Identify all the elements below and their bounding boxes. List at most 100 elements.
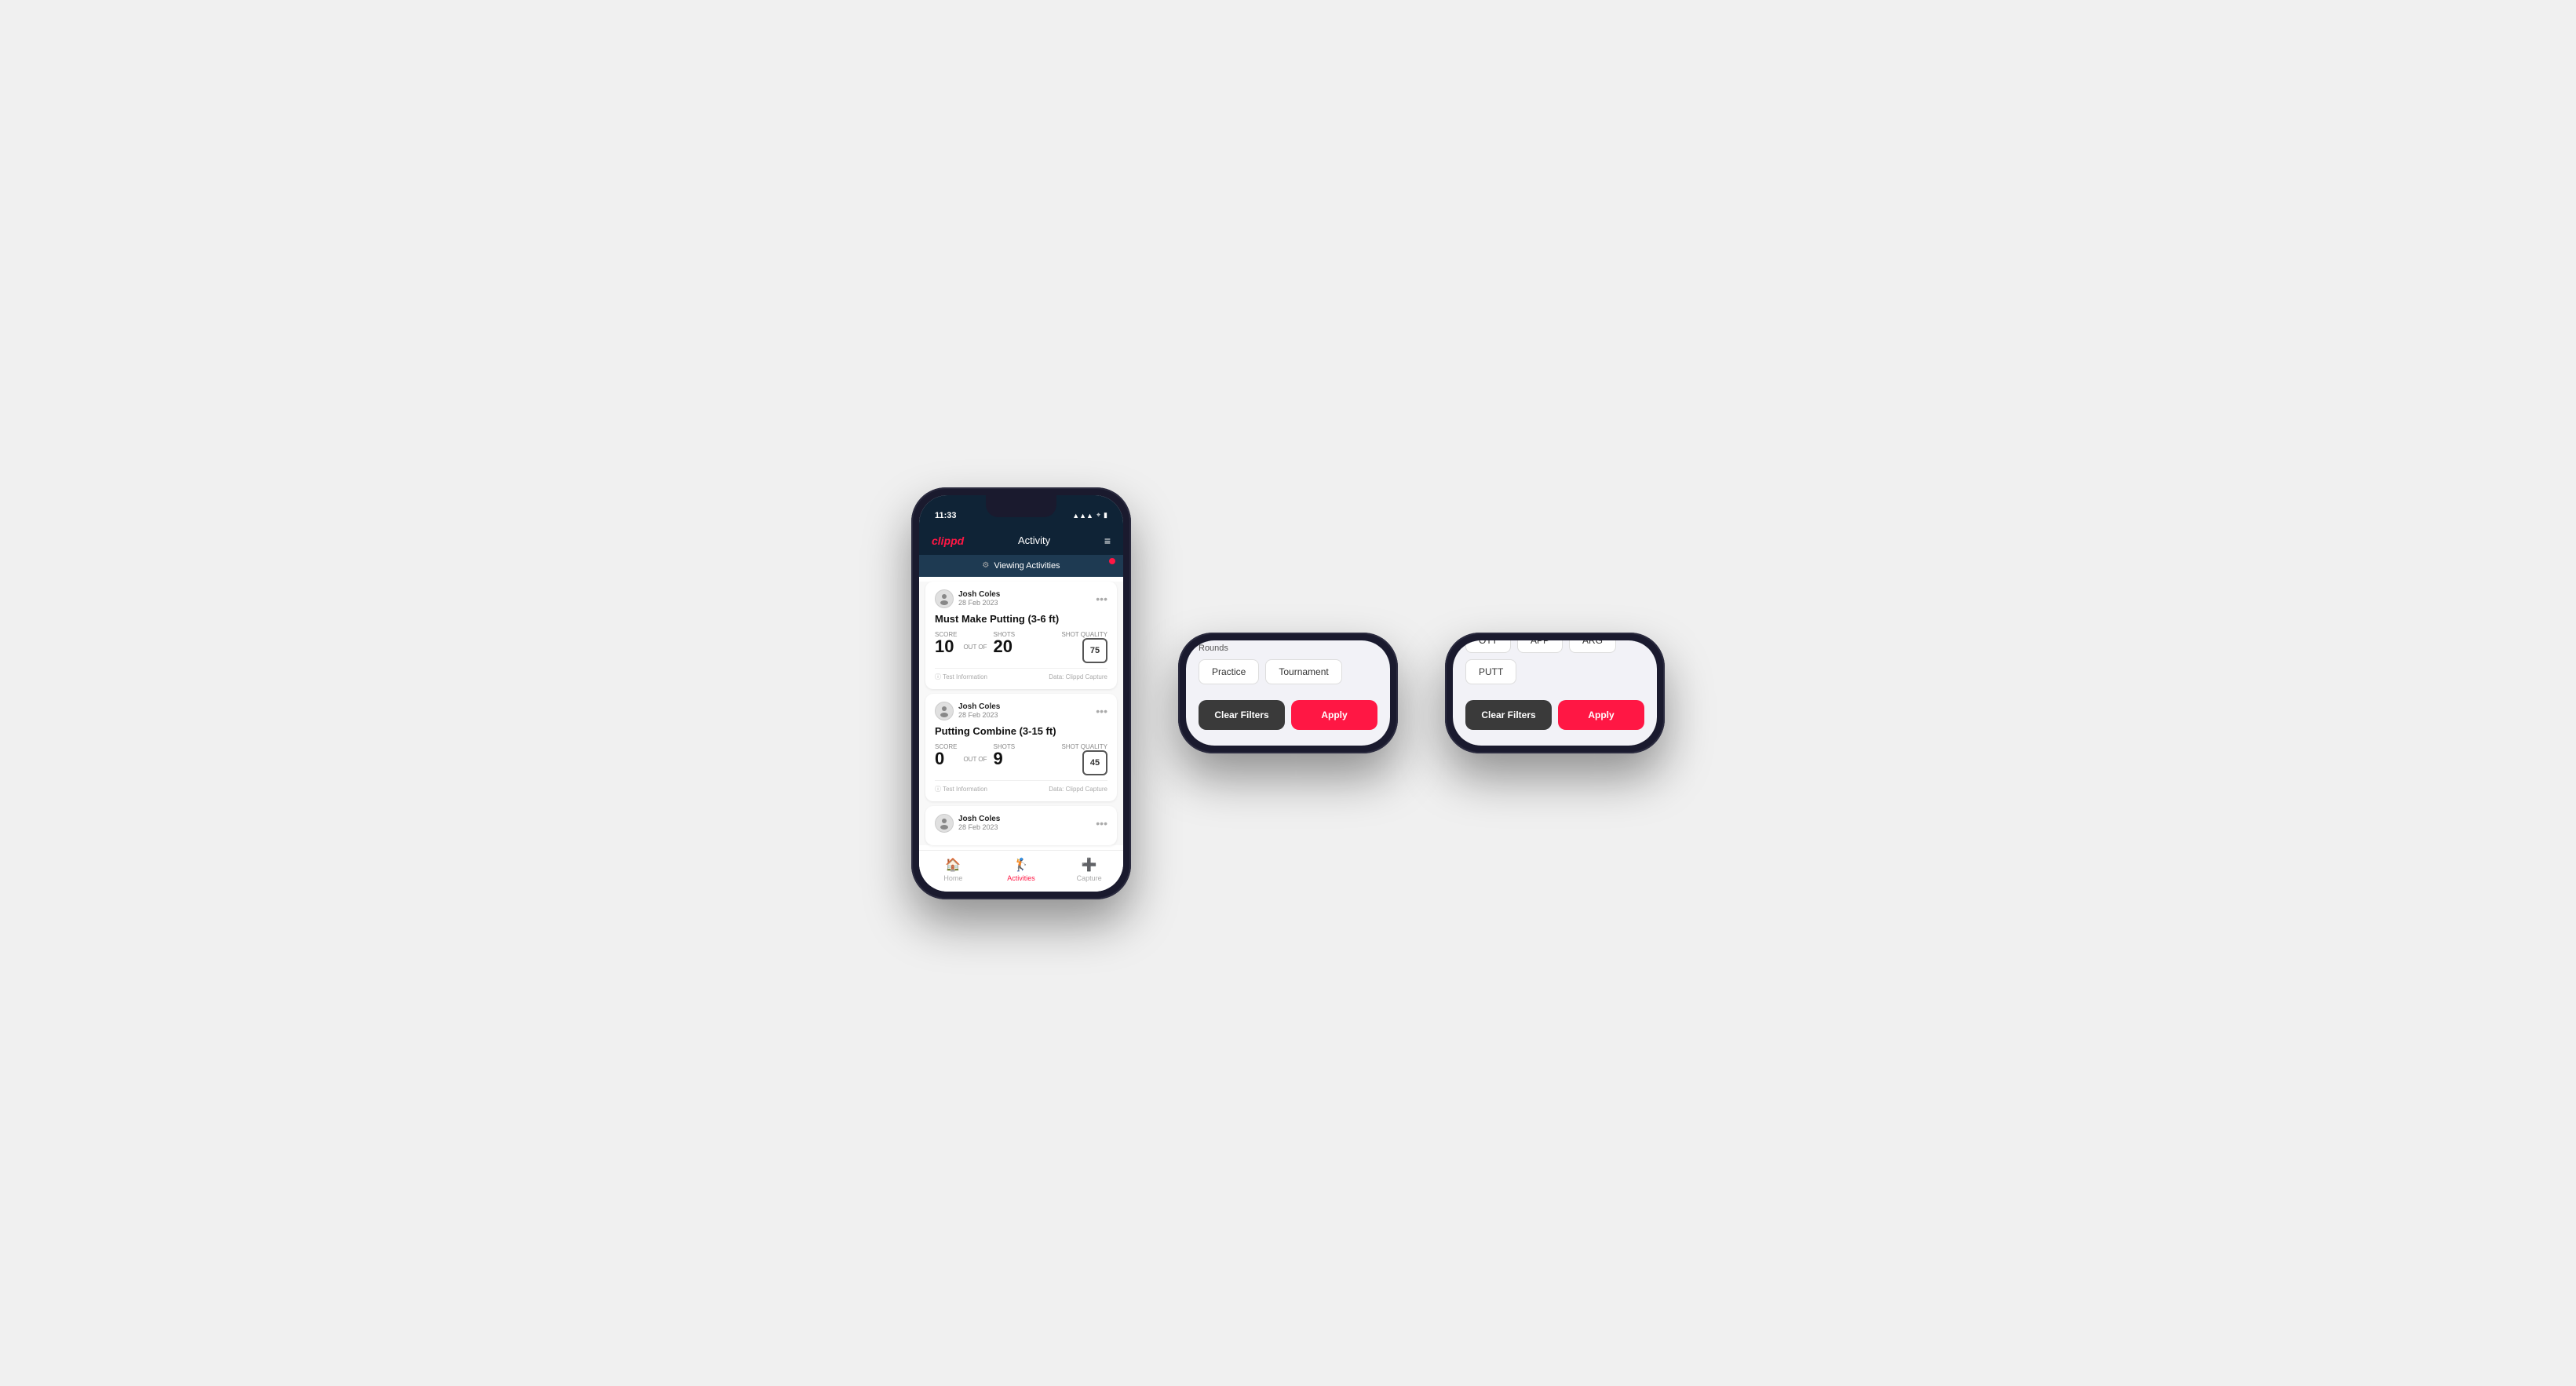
shots-group-2: Shots 9 <box>994 743 1016 768</box>
filter-overlay-3: Filter ✕ Show Rounds Practice Drills Pra… <box>1453 640 1657 746</box>
tab-activities-label: Activities <box>1007 874 1035 882</box>
filter-modal-2: Filter ✕ Show Rounds Practice Drills Rou… <box>1186 640 1390 746</box>
info-text-2: ⓘ Test Information <box>935 785 987 793</box>
card-1-user: Josh Coles 28 Feb 2023 <box>935 589 1000 608</box>
sq-badge-2: 45 <box>1082 750 1107 775</box>
info-icon-2: ⓘ <box>935 786 941 793</box>
filter-icon: ⚙ <box>982 561 989 570</box>
app-btn-3[interactable]: APP <box>1517 640 1563 653</box>
info-icon-1: ⓘ <box>935 673 941 680</box>
user-date-2: 28 Feb 2023 <box>958 711 1000 719</box>
putt-btn-3[interactable]: PUTT <box>1465 659 1516 684</box>
rounds-buttons-2: Practice Tournament <box>1199 659 1377 684</box>
card-2-footer: ⓘ Test Information Data: Clippd Capture <box>935 780 1107 793</box>
filter-modal-3: Filter ✕ Show Rounds Practice Drills Pra… <box>1453 640 1657 746</box>
wifi-icon: ⌖ <box>1096 511 1100 520</box>
phone-2: 11:33 ▲▲▲ ⌖ ▮ clippd Activity ≡ ⚙ Viewin… <box>1178 633 1398 753</box>
phone-3-screen: 11:33 ▲▲▲ ⌖ ▮ clippd Activity ≡ ⚙ Viewin… <box>1453 640 1657 746</box>
phone-3: 11:33 ▲▲▲ ⌖ ▮ clippd Activity ≡ ⚙ Viewin… <box>1445 633 1665 753</box>
card-1-footer: ⓘ Test Information Data: Clippd Capture <box>935 668 1107 681</box>
user-name-1: Josh Coles <box>958 590 1000 599</box>
activity-card-3: Josh Coles 28 Feb 2023 ••• <box>925 806 1117 845</box>
nav-title: Activity <box>1018 534 1050 546</box>
shots-value-2: 9 <box>994 750 1016 768</box>
out-of-1: OUT OF <box>963 644 987 651</box>
shots-value-1: 20 <box>994 638 1016 655</box>
tab-capture-label: Capture <box>1077 874 1102 882</box>
phone-1-screen: 11:33 ▲▲▲ ⌖ ▮ clippd Activity ≡ ⚙ Viewin… <box>919 495 1123 892</box>
score-value-1: 10 <box>935 638 957 655</box>
status-icons: ▲▲▲ ⌖ ▮ <box>1072 511 1107 520</box>
rounds-section-label-2: Rounds <box>1199 644 1377 653</box>
info-text-1: ⓘ Test Information <box>935 673 987 681</box>
sq-label-2: Shot Quality <box>1061 743 1107 750</box>
card-3-user: Josh Coles 28 Feb 2023 <box>935 814 1000 833</box>
card-1-stats: Score 10 OUT OF Shots 20 Shot Quality 75 <box>935 631 1107 663</box>
sq-badge-1: 75 <box>1082 638 1107 663</box>
score-value-2: 0 <box>935 750 957 768</box>
practice-round-btn-2[interactable]: Practice <box>1199 659 1259 684</box>
clear-filters-btn-2[interactable]: Clear Filters <box>1199 700 1285 730</box>
tab-home[interactable]: 🏠 Home <box>919 857 987 882</box>
tab-capture[interactable]: ➕ Capture <box>1055 857 1123 882</box>
score-group-1: Score 10 <box>935 631 957 655</box>
dots-menu-3[interactable]: ••• <box>1096 817 1107 830</box>
logo: clippd <box>932 534 964 547</box>
phone-1: 11:33 ▲▲▲ ⌖ ▮ clippd Activity ≡ ⚙ Viewin… <box>911 487 1131 899</box>
user-info-1: Josh Coles 28 Feb 2023 <box>958 590 1000 607</box>
score-group-2: Score 0 <box>935 743 957 768</box>
data-source-2: Data: Clippd Capture <box>1049 786 1107 793</box>
avatar-1 <box>935 589 954 608</box>
apply-btn-2[interactable]: Apply <box>1291 700 1377 730</box>
viewing-bar[interactable]: ⚙ Viewing Activities <box>919 555 1123 577</box>
card-2-header: Josh Coles 28 Feb 2023 ••• <box>935 702 1107 720</box>
dots-menu-1[interactable]: ••• <box>1096 593 1107 605</box>
activity-card-1: Josh Coles 28 Feb 2023 ••• Must Make Put… <box>925 582 1117 689</box>
notification-dot <box>1109 558 1115 564</box>
card-3-header: Josh Coles 28 Feb 2023 ••• <box>935 814 1107 833</box>
user-info-2: Josh Coles 28 Feb 2023 <box>958 702 1000 719</box>
tab-bar: 🏠 Home 🏌 Activities ➕ Capture <box>919 850 1123 892</box>
filter-overlay-2: Filter ✕ Show Rounds Practice Drills Rou… <box>1186 640 1390 746</box>
status-time: 11:33 <box>935 511 957 520</box>
out-of-2: OUT OF <box>963 756 987 763</box>
data-source-1: Data: Clippd Capture <box>1049 673 1107 680</box>
card-2-user: Josh Coles 28 Feb 2023 <box>935 702 1000 720</box>
clear-filters-btn-3[interactable]: Clear Filters <box>1465 700 1552 730</box>
ott-btn-3[interactable]: OTT <box>1465 640 1511 653</box>
apply-btn-3[interactable]: Apply <box>1558 700 1644 730</box>
user-date-3: 28 Feb 2023 <box>958 823 1000 831</box>
dots-menu-2[interactable]: ••• <box>1096 705 1107 717</box>
home-icon: 🏠 <box>945 857 961 873</box>
tab-home-label: Home <box>943 874 962 882</box>
viewing-bar-text: Viewing Activities <box>994 561 1060 571</box>
card-1-header: Josh Coles 28 Feb 2023 ••• <box>935 589 1107 608</box>
avatar-2 <box>935 702 954 720</box>
signal-icon: ▲▲▲ <box>1072 512 1093 520</box>
sq-group-1: Shot Quality 75 <box>1061 631 1107 663</box>
sq-label-1: Shot Quality <box>1061 631 1107 638</box>
battery-icon: ▮ <box>1104 511 1107 520</box>
card-2-title: Putting Combine (3-15 ft) <box>935 725 1107 737</box>
tournament-btn-2[interactable]: Tournament <box>1265 659 1341 684</box>
user-name-2: Josh Coles <box>958 702 1000 711</box>
activity-feed: Josh Coles 28 Feb 2023 ••• Must Make Put… <box>919 582 1123 845</box>
shots-group-1: Shots 20 <box>994 631 1016 655</box>
user-date-1: 28 Feb 2023 <box>958 599 1000 607</box>
sq-group-2: Shot Quality 45 <box>1061 743 1107 775</box>
arg-btn-3[interactable]: ARG <box>1569 640 1616 653</box>
filter-actions-3: Clear Filters Apply <box>1465 700 1644 730</box>
user-info-3: Josh Coles 28 Feb 2023 <box>958 815 1000 831</box>
card-2-stats: Score 0 OUT OF Shots 9 Shot Quality 45 <box>935 743 1107 775</box>
capture-icon: ➕ <box>1082 857 1097 873</box>
phone-2-screen: 11:33 ▲▲▲ ⌖ ▮ clippd Activity ≡ ⚙ Viewin… <box>1186 640 1390 746</box>
notch <box>986 495 1056 517</box>
tab-activities[interactable]: 🏌 Activities <box>987 857 1056 882</box>
menu-icon[interactable]: ≡ <box>1104 534 1111 547</box>
filter-actions-2: Clear Filters Apply <box>1199 700 1377 730</box>
avatar-3 <box>935 814 954 833</box>
user-name-3: Josh Coles <box>958 815 1000 823</box>
activities-icon: 🏌 <box>1013 857 1029 873</box>
drills-buttons-3: OTT APP ARG PUTT <box>1465 640 1644 684</box>
card-1-title: Must Make Putting (3-6 ft) <box>935 613 1107 625</box>
